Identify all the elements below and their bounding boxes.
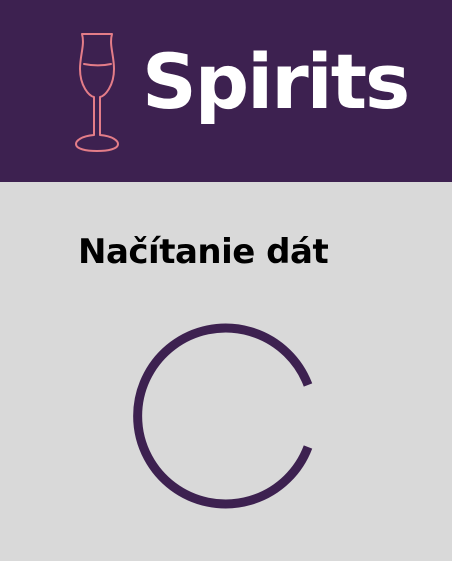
loading-spinner-icon <box>133 323 313 509</box>
app-header: Spirits <box>0 0 452 182</box>
loading-title: Načítanie dát <box>78 232 329 272</box>
wine-glass-icon <box>75 33 119 152</box>
loading-screen: Načítanie dát <box>0 182 452 561</box>
brand-title: Spirits <box>142 37 410 126</box>
app-window: Spirits Načítanie dát <box>0 0 452 561</box>
